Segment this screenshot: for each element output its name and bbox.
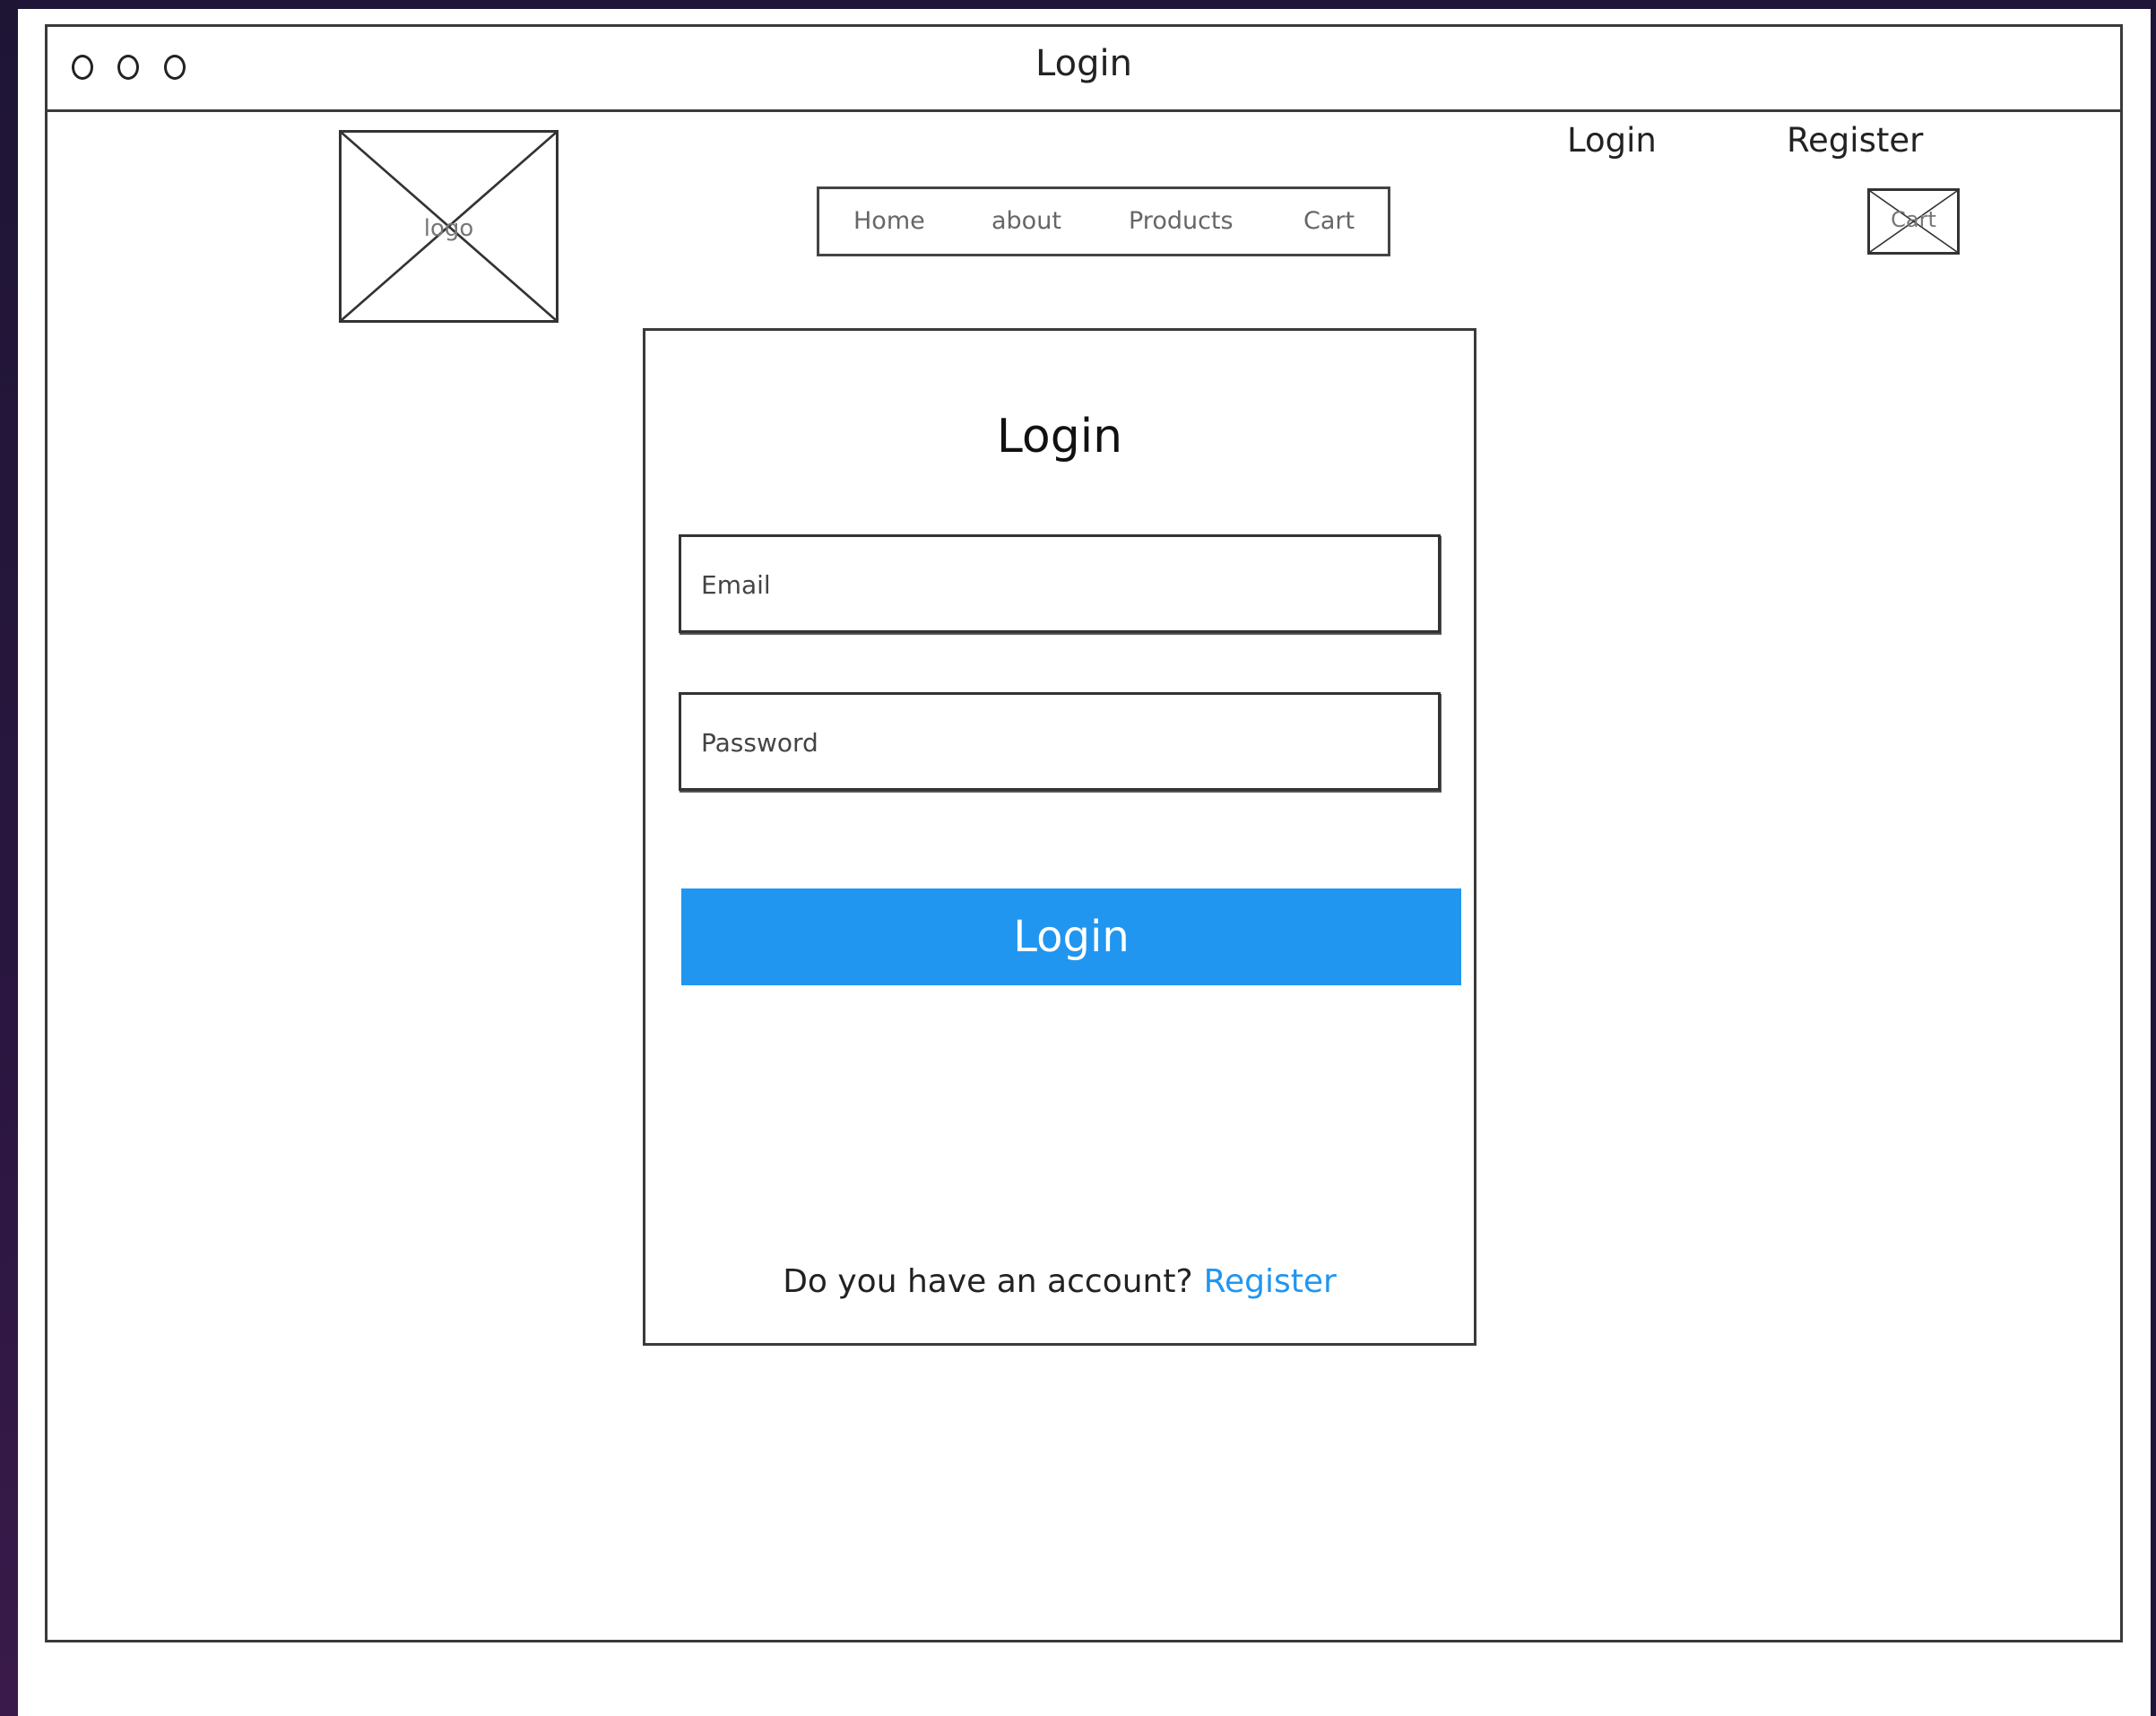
login-card: Login Login Do you have an account? Regis… xyxy=(643,328,1476,1346)
login-title: Login xyxy=(996,410,1123,464)
nav-item-products[interactable]: Products xyxy=(1129,207,1234,235)
browser-window: Login logo Home about Products Cart Logi… xyxy=(45,24,2123,1642)
nav-item-home[interactable]: Home xyxy=(853,207,925,235)
login-button[interactable]: Login xyxy=(681,888,1461,985)
main-nav: Home about Products Cart xyxy=(817,186,1390,256)
frame-left-band xyxy=(0,0,18,1716)
logo-image: logo xyxy=(339,130,558,323)
email-field[interactable] xyxy=(699,537,1429,632)
register-link[interactable]: Register xyxy=(1204,1263,1337,1300)
window-title: Login xyxy=(1035,43,1132,84)
nav-item-cart[interactable]: Cart xyxy=(1303,207,1355,235)
password-field-box xyxy=(679,692,1441,791)
frame-right-band xyxy=(2151,0,2156,1716)
header-register-link[interactable]: Register xyxy=(1787,121,1923,160)
header-login-link[interactable]: Login xyxy=(1567,121,1657,160)
register-prompt-text: Do you have an account? xyxy=(783,1263,1193,1300)
title-bar: Login xyxy=(48,27,2120,112)
nav-item-about[interactable]: about xyxy=(991,207,1061,235)
cart-label: Cart xyxy=(1891,207,1936,232)
register-prompt: Do you have an account? Register xyxy=(645,1263,1474,1300)
password-field[interactable] xyxy=(699,695,1429,790)
cart-button[interactable]: Cart xyxy=(1867,188,1960,255)
frame-top-band xyxy=(0,0,2156,9)
email-field-box xyxy=(679,534,1441,633)
logo-label: logo xyxy=(423,215,474,242)
